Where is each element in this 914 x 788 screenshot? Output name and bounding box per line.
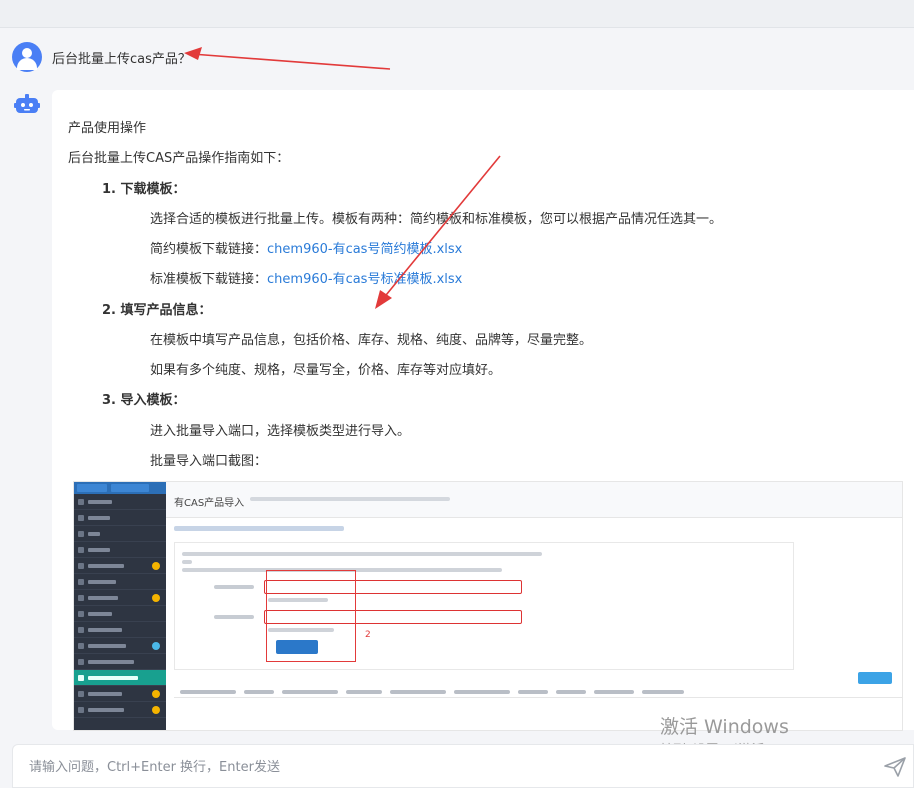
answer-heading: 产品使用操作: [68, 121, 147, 136]
question-input[interactable]: [29, 757, 829, 777]
step-2-text-2: 如果有多个纯度、规格，尽量写全，价格、库存等对应填好。: [150, 363, 502, 378]
user-question-text: 后台批量上传cas产品？: [52, 51, 191, 67]
screenshot-table-header: [174, 686, 902, 698]
user-message: 后台批量上传cas产品？: [12, 42, 191, 72]
screenshot-title: 有CAS产品导入: [174, 498, 245, 509]
step-2-title: 2. 填写产品信息：: [102, 303, 212, 318]
answer-card: 产品使用操作 后台批量上传CAS产品操作指南如下： 1. 下载模板： 选择合适的…: [52, 90, 914, 731]
screenshot-sidebar: [74, 482, 166, 730]
step-3-title: 3. 导入模板：: [102, 393, 186, 408]
step-3-text-2: 批量导入端口截图：: [150, 454, 268, 469]
standard-template-link[interactable]: chem960-有cas号标准模板.xlsx: [267, 272, 462, 287]
send-icon[interactable]: [883, 755, 907, 779]
simple-template-link[interactable]: chem960-有cas号简约模板.xlsx: [267, 242, 462, 257]
windows-activation-title: 激活 Windows: [660, 716, 789, 738]
chat-input-bar: [12, 744, 914, 788]
user-avatar-icon: [12, 42, 42, 72]
bot-avatar-icon: [14, 94, 40, 113]
top-strip: [0, 0, 914, 28]
import-screenshot-image: 有CAS产品导入 2: [73, 481, 903, 731]
answer-intro: 后台批量上传CAS产品操作指南如下：: [68, 151, 290, 166]
screenshot-header: 有CAS产品导入: [166, 482, 902, 518]
step-3-text-1: 进入批量导入端口，选择模板类型进行导入。: [150, 424, 411, 439]
simple-template-line: 简约模板下载链接：chem960-有cas号简约模板.xlsx: [150, 242, 463, 257]
step-1-text: 选择合适的模板进行批量上传。模板有两种：简约模板和标准模板，您可以根据产品情况任…: [150, 212, 723, 227]
step-2-text-1: 在模板中填写产品信息，包括价格、库存、规格、纯度、品牌等，尽量完整。: [150, 333, 593, 348]
step-1-title: 1. 下载模板：: [102, 182, 186, 197]
screenshot-annotation-number: 2: [365, 630, 371, 640]
standard-template-line: 标准模板下载链接：chem960-有cas号标准模板.xlsx: [150, 272, 463, 287]
